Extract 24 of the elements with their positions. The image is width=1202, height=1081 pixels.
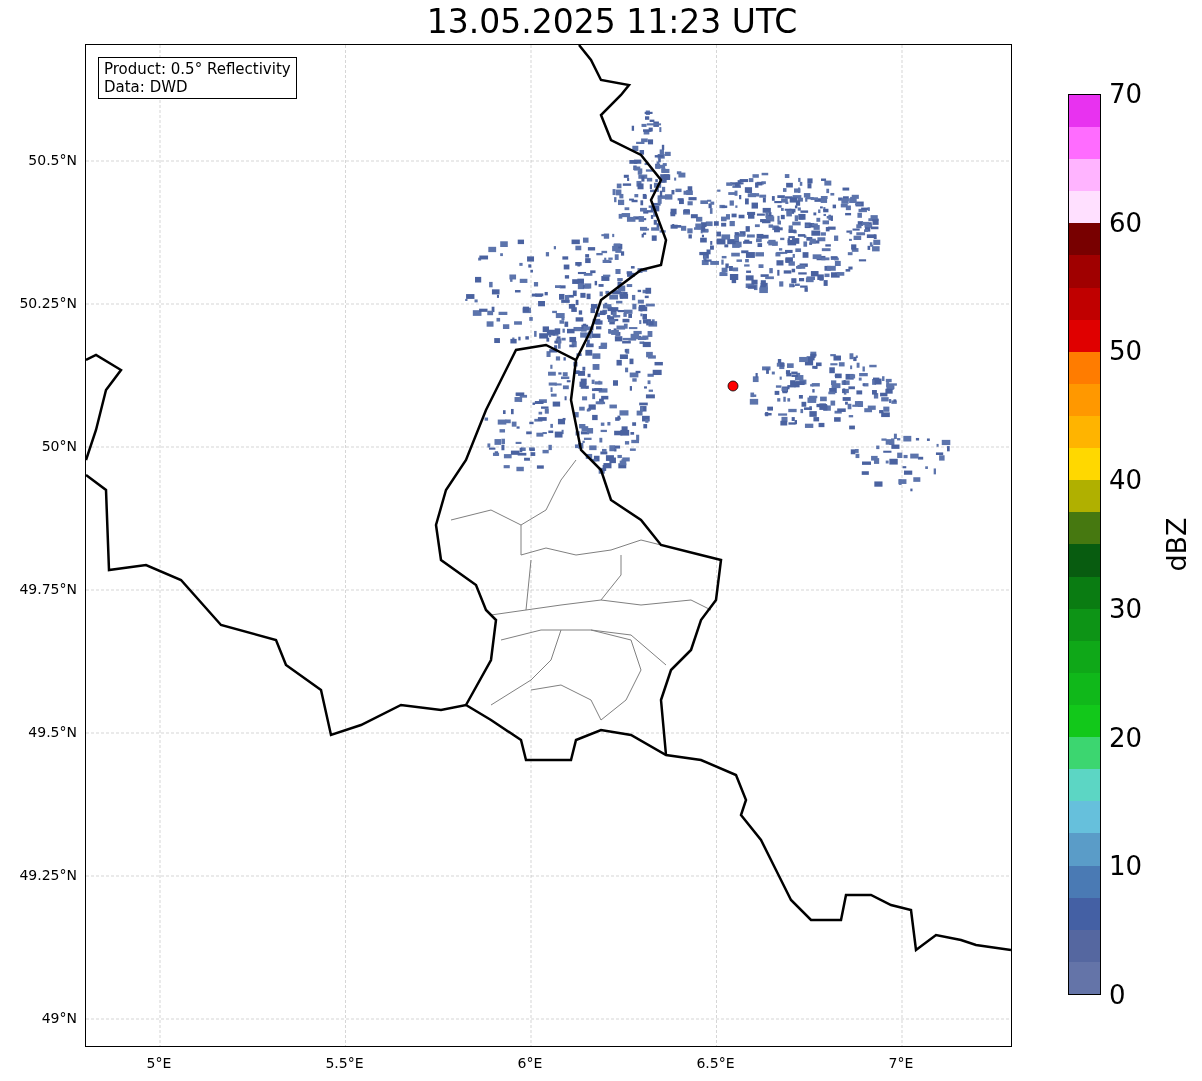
colorbar-tick-label: 0 (1109, 982, 1126, 1008)
colorbar-tick-label: 70 (1109, 81, 1143, 107)
info-text: Product: 0.5° Reflectivity (104, 60, 291, 78)
info-text: Data: DWD (104, 78, 189, 96)
longitude-label: 5°E (146, 1055, 172, 1071)
colorbar-tick-label: 60 (1109, 209, 1143, 236)
longitude-label: 5.5°E (325, 1055, 364, 1071)
longitude-label: 6°E (517, 1055, 543, 1071)
colorbar-tick-label: 10 (1109, 853, 1143, 880)
colorbar-tick-label: 50 (1109, 338, 1143, 365)
colorbar-tick-label: 20 (1109, 724, 1143, 751)
latitude-label: 50°N (41, 438, 77, 454)
colorbar-label: dBZ (1160, 517, 1192, 572)
longitude-label: 7°E (888, 1055, 914, 1071)
longitude-label: 6.5°E (696, 1055, 735, 1071)
chart-title: 13.05.2025 11:23 UTC (426, 1, 798, 43)
latitude-label: 50.25°N (19, 295, 77, 311)
colorbar-tick-label: 40 (1109, 467, 1143, 494)
latitude-label: 49°N (41, 1010, 77, 1026)
latitude-label: 49.75°N (19, 581, 77, 597)
colorbar-tick-label: 30 (1109, 595, 1143, 622)
latitude-label: 49.25°N (19, 867, 77, 883)
latitude-label: 49.5°N (28, 724, 77, 740)
latitude-label: 50.5°N (28, 152, 77, 168)
